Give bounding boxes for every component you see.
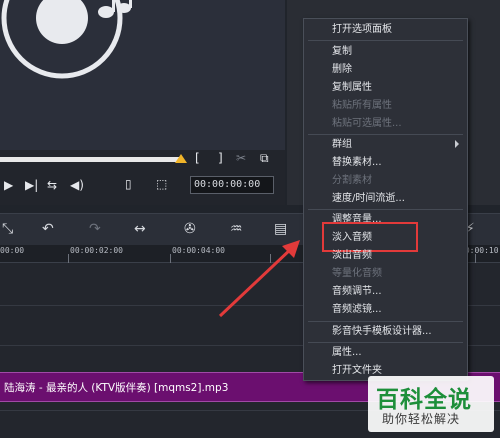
- menu-item-copy[interactable]: 复制: [332, 45, 352, 59]
- menu-item-group[interactable]: 群组: [332, 138, 352, 152]
- menu-item-speed-time-lapse[interactable]: 速度/时间流逝...: [332, 192, 405, 206]
- menu-item-replace-media[interactable]: 替换素材...: [332, 156, 382, 170]
- menu-separator: [308, 321, 463, 322]
- menu-item-fade-in-audio[interactable]: 淡入音频: [332, 231, 372, 245]
- menu-item-split-clip: 分割素材: [332, 175, 372, 186]
- menu-separator: [308, 134, 463, 135]
- menu-item-audio-filter[interactable]: 音频滤镜...: [332, 303, 382, 317]
- menu-item-paste-selected-attributes: 粘贴可选属性...: [332, 118, 402, 129]
- menu-item-audio-adjust[interactable]: 音频调节...: [332, 285, 382, 299]
- menu-item-normalize-audio: 等量化音频: [332, 268, 382, 279]
- menu-separator: [308, 209, 463, 210]
- watermark-subtitle: 助你轻松解决: [382, 412, 461, 426]
- menu-item-paste-all-attributes: 粘贴所有属性: [332, 100, 392, 111]
- menu-item-delete[interactable]: 删除: [332, 63, 352, 77]
- menu-item-fade-out-audio[interactable]: 淡出音频: [332, 249, 372, 263]
- watermark-title: 百科全说: [376, 387, 472, 413]
- menu-item-template-designer[interactable]: 影音快手模板设计器...: [332, 325, 432, 339]
- menu-separator: [308, 342, 463, 343]
- menu-item-open-options[interactable]: 打开选项面板: [332, 23, 392, 37]
- menu-separator: [308, 40, 463, 41]
- menu-item-copy-attributes[interactable]: 复制属性: [332, 81, 372, 95]
- submenu-arrow-icon: [455, 140, 459, 148]
- menu-item-properties[interactable]: 属性...: [332, 346, 362, 360]
